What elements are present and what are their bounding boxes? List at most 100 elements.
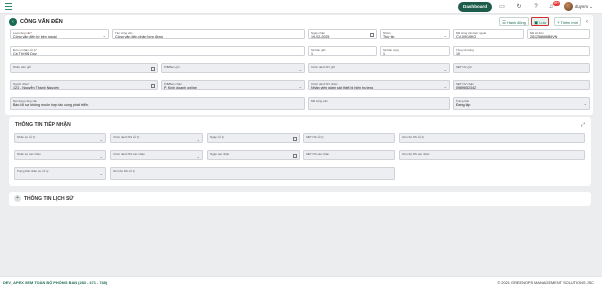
calendar-icon[interactable] (293, 154, 297, 158)
chevron-down-icon: ⌄ (443, 67, 447, 72)
calendar-icon[interactable] (370, 33, 374, 37)
sdt-nv-nhan-value: 0989652342 (456, 86, 476, 90)
pb-ban-nhan-field[interactable]: P/B/Ban nhận P. Kinh doanh online ⌄ (161, 80, 305, 90)
chevron-down-icon: ⌄ (99, 154, 103, 159)
chuc-danh-nhan-field[interactable]: Chức danh NV nhận Nhân viên giám sát thi… (308, 80, 450, 90)
sdt-xu-ly-field[interactable]: SĐT NS xử lý (303, 133, 395, 143)
trang-thai-xu-ly-label: Trạng thái nhân sự xử lý (17, 169, 49, 173)
pb-ban-gui-label: P/B/Ban gửi (164, 65, 180, 69)
plus-icon: + (557, 20, 560, 25)
back-icon[interactable]: ‹ (9, 18, 17, 26)
action-label: Hành động (507, 21, 526, 25)
noi-dung-cong-van-field[interactable]: Nội dung công văn Báo lỗi sự không muốn … (10, 97, 305, 110)
ghi-chu-xu-ly-label: Ghi chú NS xử lý (402, 135, 424, 139)
ten-cong-van-value: Công văn đến phản hợp đồng (115, 35, 163, 39)
ghi-chu-xu-ly2-field[interactable]: Ghi chú NS xử lý (110, 167, 395, 180)
nhan-vien-gui-field[interactable]: Nhân viên gửi (10, 63, 158, 73)
so-ban-goc-label: Số bản gốc (311, 48, 326, 52)
top-bar: Dashboard ▭ ↻ ? ♫ 99+ duynm ⌄ (0, 0, 602, 14)
so-ban-copy-value: 1 (383, 52, 385, 56)
action-button[interactable]: ☰ Hành động (499, 17, 529, 26)
so-ban-copy-field[interactable]: Số bản copy 1 (380, 46, 450, 56)
sdt-xac-nhan-field[interactable]: SĐT NS xác nhận (303, 150, 395, 160)
chuc-danh-gui-field[interactable]: Chức danh NV gửi ⌄ (308, 63, 450, 73)
chevron-down-icon: ⌄ (196, 137, 200, 142)
nv-xac-nhan-field[interactable]: Nhân sự xác nhận ⌄ (14, 150, 106, 160)
lich-su-title: THÔNG TIN LỊCH SỬ (24, 196, 74, 202)
menu-icon[interactable] (5, 3, 12, 10)
footer-copyright: © 2021 GREENOPS MANAGEMENT SOLUTIONS JSC (497, 280, 594, 285)
loai-cong-van-value: Công văn đến từ bên ngoài (13, 35, 57, 39)
so-ban-copy-label: Số bản copy (383, 48, 400, 52)
so-ban-goc-value: 1 (311, 52, 313, 56)
collapse-icon[interactable]: ‹ (583, 18, 591, 26)
ngay-nhan-field[interactable]: Ngày nhận 19-02-2025 (308, 29, 377, 39)
trang-thai-value: Đang lập (456, 103, 471, 107)
add-new-button[interactable]: + Thêm mới (554, 17, 581, 26)
chat-icon[interactable]: ▭ (498, 3, 506, 11)
chevron-down-icon: ⌄ (196, 154, 200, 159)
so-ban-goc-field[interactable]: Số bản gốc 1 (308, 46, 377, 56)
ngay-xac-nhan-field[interactable]: Ngày xác nhận (207, 150, 300, 160)
nv-xu-ly-field[interactable]: Nhân sự xử lý ⌄ (14, 133, 106, 143)
grid-icon[interactable] (151, 84, 155, 88)
main-form-card: ‹ CÔNG VĂN ĐẾN ☰ Hành động ▣ Lưu + Thêm … (5, 15, 593, 115)
dashboard-button[interactable]: Dashboard (458, 2, 492, 12)
ghi-chu-xac-nhan-field[interactable]: Ghi chú NS xác nhận (399, 150, 585, 160)
ma-so-don-field[interactable]: Mã số đơn 281258666B6VN (527, 29, 590, 39)
expand-icon[interactable]: ⤢ (581, 122, 585, 128)
don-vi-nhan-xu-ly-field[interactable]: Đơn vị nhận xử lý* Cà Thị Mỹ Duy (10, 46, 305, 56)
sdt-nv-gui-field[interactable]: SĐT NV gửi (453, 63, 590, 73)
page-title: CÔNG VĂN ĐẾN (20, 19, 63, 25)
tong-so-trang-field[interactable]: Tổng số trang 10 (453, 46, 590, 56)
ten-cong-van-field[interactable]: Tên công văn Công văn đến phản hợp đồng (112, 29, 305, 39)
ngay-xu-ly-field[interactable]: Ngày xử lý (207, 133, 300, 143)
save-icon: ▣ (534, 20, 539, 25)
ma-cong-van-label: Mã công văn (311, 99, 328, 103)
cd-xu-ly-field[interactable]: Chức danh NS xử lý ⌄ (110, 133, 203, 143)
ngay-nhan-value: 19-02-2025 (311, 35, 330, 39)
nguoi-nhan-field[interactable]: Người nhận* 123 - Nguyễn Thành Nguyên (10, 80, 158, 90)
tiep-nhan-card: THÔNG TIN TIẾP NHẬN ⤢ Nhân sự xử lý ⌄ Ch… (9, 117, 591, 186)
refresh-icon[interactable]: ↻ (515, 3, 523, 11)
sdt-xac-nhan-label: SĐT NS xác nhận (306, 152, 330, 156)
trang-thai-xu-ly-field[interactable]: Trạng thái nhân sự xử lý ⌄ (14, 167, 106, 180)
footer: DEV_APEX XEM TOÀN BỘ PHÒNG BAN (283 - 47… (0, 276, 602, 288)
nhom-field[interactable]: Nhóm Thư tin ⌄ (380, 29, 450, 39)
ghi-chu-xac-nhan-label: Ghi chú NS xác nhận (402, 152, 430, 156)
tiep-nhan-title: THÔNG TIN TIẾP NHẬN (15, 122, 71, 128)
grid-icon[interactable] (151, 67, 155, 71)
help-icon[interactable]: ? (532, 3, 540, 11)
chevron-down-icon: ⌄ (99, 171, 103, 176)
pb-ban-gui-field[interactable]: P/B/Ban gửi ⌄ (161, 63, 305, 73)
don-vi-nhan-xu-ly-value: Cà Thị Mỹ Duy (13, 52, 37, 56)
ma-cong-van-ben-ngoai-field[interactable]: Mã công văn bên ngoài CV-09/19KQ (453, 29, 524, 39)
save-button[interactable]: ▣ Lưu (531, 17, 550, 26)
tong-so-trang-value: 10 (456, 52, 460, 56)
nhan-vien-gui-label: Nhân viên gửi (13, 65, 32, 69)
ma-cong-van-field[interactable]: Mã công văn (308, 97, 450, 110)
cd-xac-nhan-label: Chức danh NS xác nhận (113, 152, 145, 156)
ghi-chu-xu-ly2-label: Ghi chú NS xử lý (113, 169, 135, 173)
loai-cong-van-field[interactable]: Loại công văn* Công văn đến từ bên ngoài… (10, 29, 109, 39)
chevron-down-icon: ⌄ (99, 137, 103, 142)
nv-xac-nhan-label: Nhân sự xác nhận (17, 152, 41, 156)
avatar[interactable] (564, 2, 573, 11)
chuc-danh-nhan-value: Nhân viên giám sát thiết bị hiện trường (311, 86, 374, 90)
calendar-icon[interactable] (293, 137, 297, 141)
chevron-down-icon: ⌄ (298, 84, 302, 89)
ma-cong-van-ben-ngoai-value: CV-09/19KQ (456, 35, 477, 39)
ngay-xac-nhan-label: Ngày xác nhận (210, 152, 230, 156)
sdt-nv-nhan-field[interactable]: SĐT NV nhận 0989652342 (453, 80, 590, 90)
cd-xac-nhan-field[interactable]: Chức danh NS xác nhận ⌄ (110, 150, 203, 160)
chevron-down-icon: ⌄ (443, 84, 447, 89)
footer-user-info: DEV_APEX XEM TOÀN BỘ PHÒNG BAN (283 - 47… (3, 280, 108, 285)
trang-thai-field[interactable]: Trạng thái Đang lập ⌄ (453, 97, 590, 110)
sdt-xu-ly-label: SĐT NS xử lý (306, 135, 324, 139)
username[interactable]: duynm ⌄ (575, 4, 593, 10)
lich-su-card[interactable]: + THÔNG TIN LỊCH SỬ (9, 192, 591, 206)
ghi-chu-xu-ly-field[interactable]: Ghi chú NS xử lý (399, 133, 585, 143)
noi-dung-value: Báo lỗi sự không muốn hợp tác cùng phát … (13, 103, 89, 107)
expand-plus-icon[interactable]: + (14, 195, 21, 202)
nguoi-nhan-value: 123 - Nguyễn Thành Nguyên (13, 86, 60, 90)
